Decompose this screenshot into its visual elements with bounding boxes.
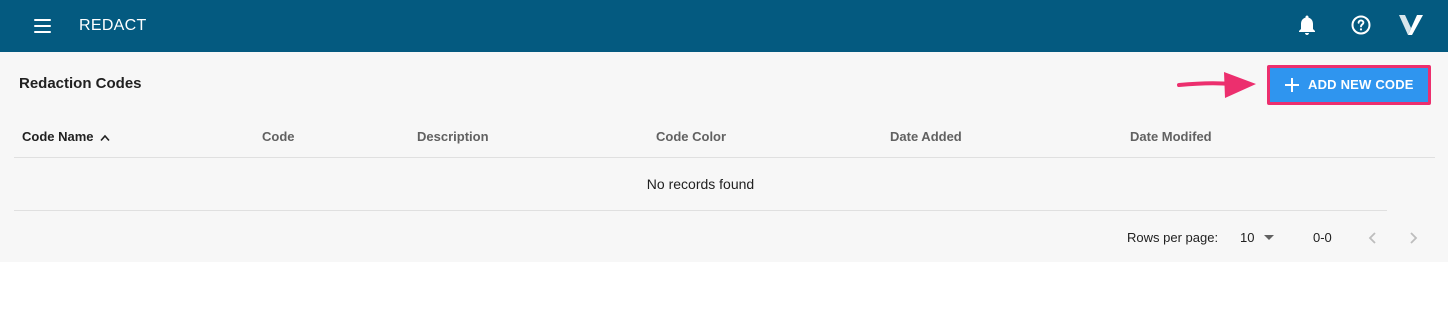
sort-ascending-icon [99, 134, 110, 141]
column-header-description[interactable]: Description [417, 129, 489, 145]
page-title: Redaction Codes [19, 75, 142, 92]
plus-icon [1285, 78, 1299, 92]
help-icon[interactable] [1349, 13, 1373, 37]
column-header-date-added[interactable]: Date Added [890, 129, 962, 145]
empty-table-row: No records found [14, 158, 1387, 211]
chevron-left-icon [1368, 232, 1376, 244]
redaction-codes-table: Code Name Code Description Code Color Da… [14, 115, 1435, 211]
column-header-date-modified[interactable]: Date Modifed [1130, 129, 1212, 145]
rows-per-page-select[interactable]: 10 [1240, 228, 1280, 248]
table-header: Code Name Code Description Code Color Da… [14, 115, 1435, 158]
app-title: REDACT [79, 17, 147, 34]
column-header-code[interactable]: Code [262, 129, 295, 145]
menu-icon[interactable] [32, 16, 52, 36]
pagination-range: 0-0 [1313, 230, 1332, 245]
app-logo-icon[interactable] [1398, 12, 1424, 38]
redaction-codes-panel: Redaction Codes ADD NEW CODE Code Name C… [0, 52, 1448, 262]
arrow-annotation-icon [1177, 72, 1256, 98]
empty-message: No records found [646, 176, 755, 192]
previous-page-button[interactable] [1364, 229, 1382, 247]
add-new-code-label: ADD NEW CODE [1308, 77, 1414, 92]
rows-per-page-label: Rows per page: [1127, 230, 1219, 245]
app-bar: REDACT [0, 0, 1448, 52]
notification-bell-icon[interactable] [1295, 13, 1319, 37]
pagination: Rows per page: 10 0-0 [0, 228, 1448, 248]
column-header-code-color[interactable]: Code Color [656, 129, 726, 145]
chevron-right-icon [1410, 232, 1418, 244]
column-header-code-name[interactable]: Code Name [22, 129, 110, 145]
rows-per-page-value: 10 [1240, 230, 1255, 245]
chevron-down-icon [1264, 235, 1274, 240]
add-new-code-button[interactable]: ADD NEW CODE [1267, 65, 1431, 105]
column-label: Code Name [22, 129, 94, 144]
next-page-button[interactable] [1404, 229, 1422, 247]
